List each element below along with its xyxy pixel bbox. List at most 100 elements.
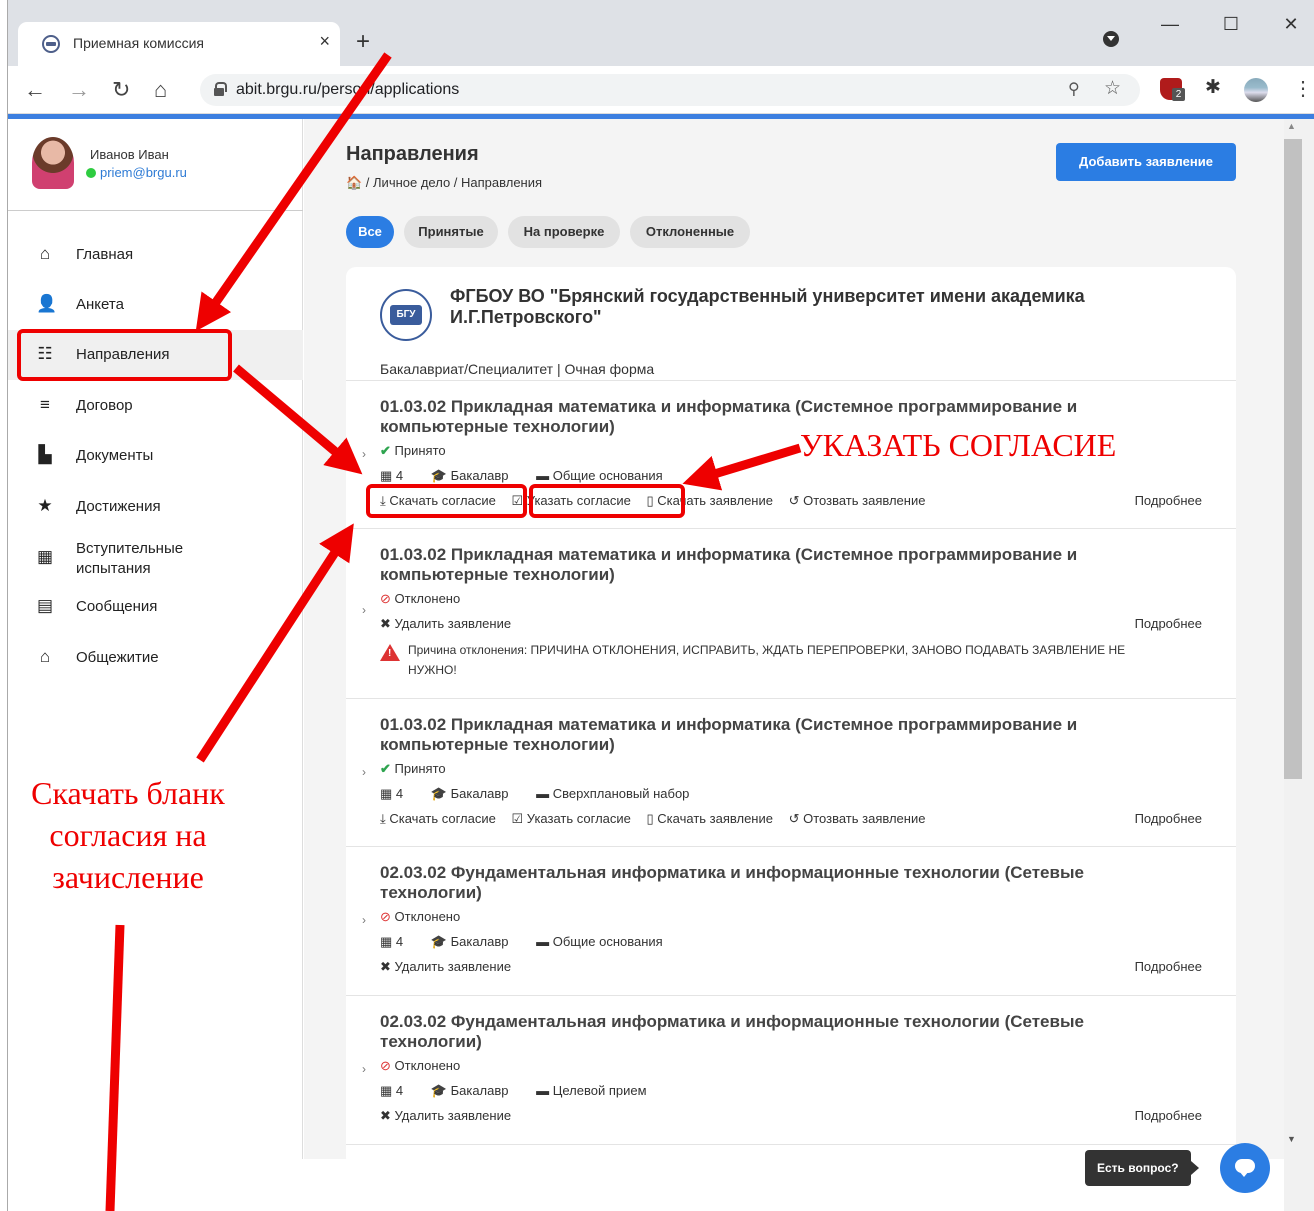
- extension-shield-icon[interactable]: 2: [1160, 78, 1185, 101]
- education-form: Бакалавриат/Специалитет | Очная форма: [380, 361, 655, 377]
- application-actions: ⤓ Скачать согласие ☑ Указать согласие ▯ …: [380, 811, 937, 827]
- sidebar-item-label: Главная: [76, 246, 134, 263]
- specify-consent-button[interactable]: ☑ Указать согласие: [512, 811, 631, 827]
- user-name: Иванов Иван: [90, 147, 169, 162]
- bookmark-star-icon[interactable]: ☆: [1104, 77, 1121, 100]
- sidebar-item-label: Документы: [76, 447, 154, 464]
- calendar-meta-icon: ▦ 4: [380, 1083, 404, 1098]
- chevron-right-icon[interactable]: ›: [362, 913, 366, 927]
- scroll-down-icon[interactable]: ▼: [1287, 1134, 1296, 1144]
- university-logo: БГУ: [380, 289, 432, 341]
- address-bar[interactable]: abit.brgu.ru/person/applications ⚲ ☆: [200, 74, 1140, 106]
- status-text: Отклонено: [394, 591, 461, 606]
- scroll-up-icon[interactable]: ▲: [1287, 121, 1296, 131]
- delete-application-button[interactable]: ✖ Удалить заявление: [380, 616, 511, 632]
- delete-application-button[interactable]: ✖ Удалить заявление: [380, 1108, 511, 1124]
- details-link[interactable]: Подробнее: [1135, 493, 1202, 508]
- sidebar-item-home[interactable]: ⌂ Главная: [8, 230, 303, 280]
- application-meta: ▦ 4 🎓 Бакалавр ▬ Сверхплановый набор: [380, 786, 713, 802]
- dormitory-icon: ⌂: [39, 647, 51, 666]
- download-consent-button[interactable]: ⤓ Скачать согласие: [380, 811, 496, 827]
- back-icon[interactable]: ←: [24, 77, 46, 103]
- filter-all[interactable]: Все: [346, 216, 394, 248]
- withdraw-application-button[interactable]: ↺ Отозвать заявление: [789, 493, 926, 509]
- forward-icon[interactable]: →: [68, 77, 90, 103]
- meta-degree: Бакалавр: [450, 934, 509, 949]
- new-tab-icon[interactable]: +: [356, 28, 370, 56]
- calendar-icon: ▦: [36, 547, 54, 566]
- university-name: ФГБОУ ВО "Брянский государственный униве…: [450, 286, 1085, 327]
- meta-years: 4: [395, 468, 404, 483]
- url-text: abit.brgu.ru/person/applications: [236, 81, 460, 98]
- home-icon: ⌂: [39, 244, 51, 263]
- application-actions: ✖ Удалить заявление: [380, 616, 523, 632]
- tab-close-icon[interactable]: ×: [319, 31, 330, 52]
- sidebar-item-achievements[interactable]: ★ Достижения: [8, 482, 303, 532]
- calendar-meta-icon: ▦ 4: [380, 934, 404, 949]
- tab-bar: Приемная комиссия × + — ☐ ✕: [8, 0, 1314, 66]
- sidebar-item-label: Договор: [76, 397, 133, 414]
- application-actions: ✖ Удалить заявление: [380, 959, 523, 975]
- details-link[interactable]: Подробнее: [1135, 811, 1202, 826]
- sidebar-item-documents[interactable]: ▙ Документы: [8, 431, 303, 481]
- action-label: Отозвать заявление: [803, 493, 926, 508]
- home-button-icon[interactable]: ⌂: [154, 77, 167, 103]
- application-meta: ▦ 4 🎓 Бакалавр ▬ Общие основания: [380, 934, 687, 950]
- browser-menu-icon[interactable]: ⋮: [1293, 76, 1313, 101]
- application-row: 01.03.02 Прикладная математика и информа…: [346, 698, 1236, 846]
- details-link[interactable]: Подробнее: [1135, 616, 1202, 631]
- download-application-button[interactable]: ▯ Скачать заявление: [647, 811, 773, 827]
- avatar[interactable]: [32, 137, 74, 189]
- sidebar-item-profile[interactable]: 👤 Анкета: [8, 280, 303, 330]
- page-scrollbar[interactable]: ▲ ▼: [1284, 119, 1314, 1211]
- details-link[interactable]: Подробнее: [1135, 959, 1202, 974]
- chat-icon[interactable]: [1220, 1143, 1270, 1193]
- meta-degree: Бакалавр: [450, 1083, 509, 1098]
- chevron-right-icon[interactable]: ›: [362, 765, 366, 779]
- sidebar-item-exams[interactable]: ▦ Вступительные испытания: [8, 533, 303, 583]
- filter-rejected[interactable]: Отклоненные: [630, 216, 750, 248]
- zoom-icon[interactable]: ⚲: [1068, 79, 1080, 99]
- maximize-button[interactable]: ☐: [1216, 14, 1246, 35]
- application-title: 02.03.02 Фундаментальная информатика и и…: [380, 863, 1084, 902]
- add-application-button[interactable]: Добавить заявление: [1056, 143, 1236, 181]
- filter-review[interactable]: На проверке: [508, 216, 620, 248]
- sidebar-item-contract[interactable]: ≡ Договор: [8, 381, 303, 431]
- favicon-icon: [42, 35, 60, 53]
- message-icon: ▤: [36, 596, 54, 615]
- sidebar-item-messages[interactable]: ▤ Сообщения: [8, 582, 303, 632]
- chevron-right-icon[interactable]: ›: [362, 447, 366, 461]
- browser-tab[interactable]: Приемная комиссия ×: [18, 22, 340, 66]
- annotation-specify-consent: УКАЗАТЬ СОГЛАСИЕ: [800, 427, 1117, 463]
- user-email: priem@brgu.ru: [100, 165, 187, 180]
- reload-icon[interactable]: ↻: [112, 77, 130, 103]
- chevron-right-icon[interactable]: ›: [362, 603, 366, 617]
- tab-title: Приемная комиссия: [73, 35, 204, 51]
- extensions-puzzle-icon[interactable]: ✱: [1205, 76, 1221, 99]
- filter-accepted[interactable]: Принятые: [404, 216, 498, 248]
- graduation-cap-icon: 🎓 Бакалавр: [430, 786, 509, 801]
- minimize-button[interactable]: —: [1155, 14, 1185, 35]
- tab-search-icon[interactable]: [1103, 31, 1119, 47]
- profile-avatar-icon[interactable]: [1244, 78, 1268, 102]
- breadcrumb[interactable]: 🏠 / Личное дело / Направления: [346, 175, 542, 191]
- action-label: Скачать заявление: [657, 811, 773, 826]
- sidebar-item-label: Достижения: [76, 498, 161, 515]
- meta-years: 4: [395, 1083, 404, 1098]
- chevron-right-icon[interactable]: ›: [362, 1062, 366, 1076]
- browser-window: Приемная комиссия × + — ☐ ✕ ← → ↻ ⌂ abit…: [7, 0, 1314, 1211]
- details-link[interactable]: Подробнее: [1135, 1108, 1202, 1123]
- sidebar-item-dormitory[interactable]: ⌂ Общежитие: [8, 633, 303, 683]
- scrollbar-thumb[interactable]: [1284, 139, 1302, 779]
- withdraw-application-button[interactable]: ↺ Отозвать заявление: [789, 811, 926, 827]
- meta-degree: Бакалавр: [450, 468, 509, 483]
- person-icon: 👤: [36, 294, 58, 313]
- status-text: Принято: [394, 761, 446, 776]
- sidebar-item-label: Вступительные испытания: [76, 540, 184, 577]
- meta-basis: Общие основания: [552, 934, 663, 949]
- close-window-button[interactable]: ✕: [1276, 14, 1306, 35]
- rejection-reason: Причина отклонения: ПРИЧИНА ОТКЛОНЕНИЯ, …: [380, 640, 1180, 684]
- rejection-reason-text: Причина отклонения: ПРИЧИНА ОТКЛОНЕНИЯ, …: [408, 643, 1126, 677]
- document-icon: ▙: [38, 445, 52, 464]
- delete-application-button[interactable]: ✖ Удалить заявление: [380, 959, 511, 975]
